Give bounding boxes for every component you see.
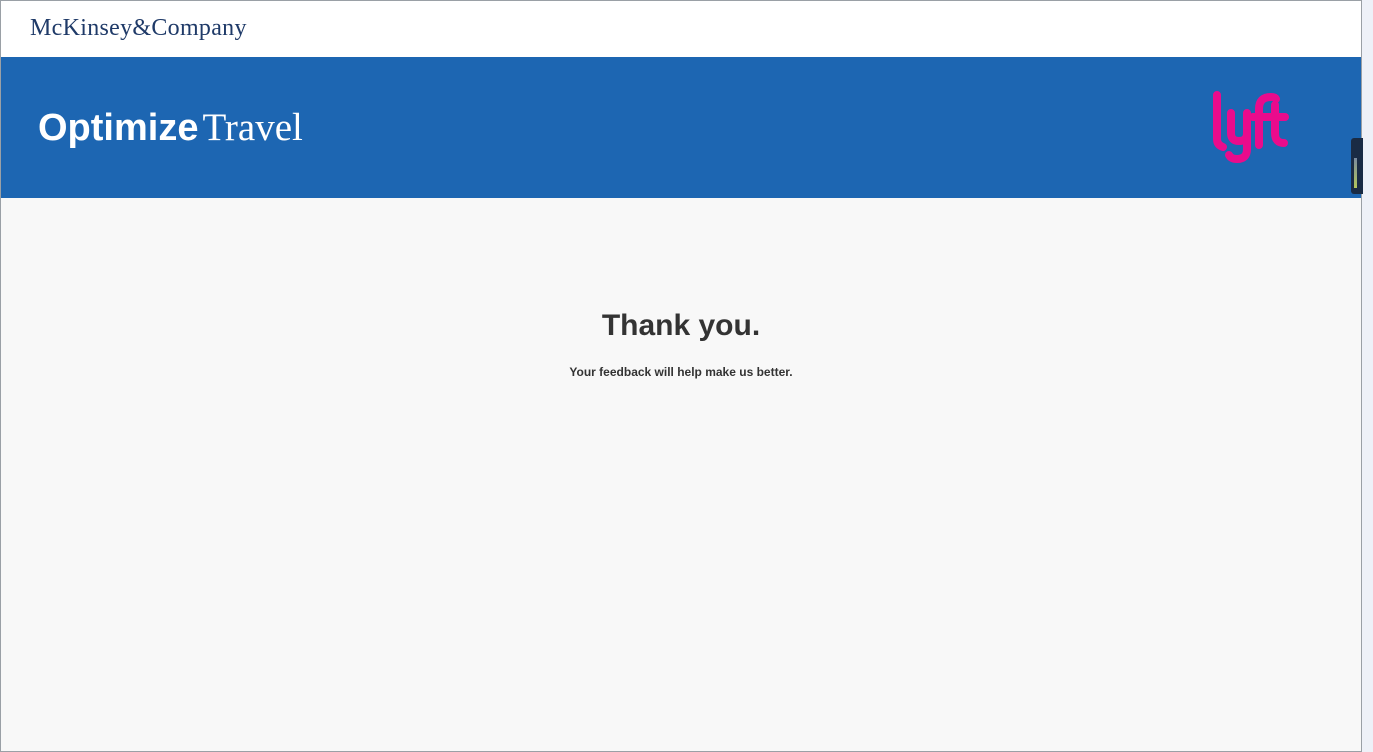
product-title: Optimize Travel [38, 105, 303, 150]
thank-you-heading: Thank you. [601, 309, 761, 342]
product-title-bold: Optimize [38, 107, 199, 149]
handle-grip-icon [1354, 158, 1357, 188]
lyft-logo [1213, 91, 1289, 163]
top-bar: McKinsey&Company [1, 1, 1361, 57]
company-logo: McKinsey&Company [30, 15, 247, 41]
thank-you-message: Your feedback will help make us better. [569, 365, 793, 379]
product-title-light: Travel [202, 106, 303, 149]
product-banner: Optimize Travel [1, 57, 1361, 198]
page-frame: McKinsey&Company Optimize Travel Thank yo… [0, 0, 1362, 752]
side-panel-handle[interactable] [1351, 138, 1363, 194]
